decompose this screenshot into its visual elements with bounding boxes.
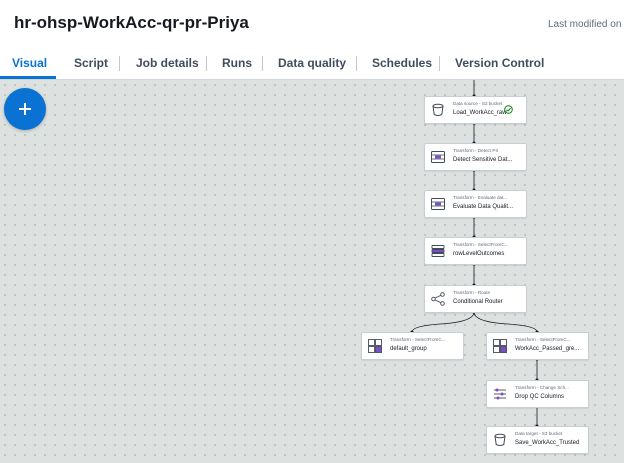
select-from-collection-icon bbox=[493, 339, 507, 353]
tab-separator bbox=[356, 56, 357, 71]
node-type-label: Transform - SelectFromC... bbox=[515, 337, 571, 342]
tab-separator bbox=[206, 56, 207, 71]
node-name-label: rowLevelOutcomes bbox=[453, 251, 505, 257]
route-icon bbox=[431, 292, 445, 306]
node-type-label: Transform - Evaluate dat... bbox=[453, 195, 508, 200]
node-name-label: Drop QC Columns bbox=[515, 394, 565, 400]
node-name-label: Conditional Router bbox=[453, 299, 503, 305]
page-header: hr-ohsp-WorkAcc-qr-pr-Priya Last modifie… bbox=[0, 0, 624, 47]
node-workacc-passed-group[interactable]: Transform - SelectFromC... WorkAcc_Passe… bbox=[486, 332, 589, 360]
tab-visual[interactable]: Visual bbox=[12, 56, 47, 70]
node-type-label: Data target - S3 bucket bbox=[515, 431, 563, 436]
success-check-icon bbox=[504, 105, 513, 114]
tab-data-quality[interactable]: Data quality bbox=[278, 56, 346, 70]
edge-line bbox=[473, 311, 538, 333]
tab-separator bbox=[119, 56, 120, 71]
node-type-label: Transform - Route bbox=[453, 290, 491, 295]
node-conditional-router[interactable]: Transform - Route Conditional Router bbox=[424, 285, 527, 313]
change-schema-icon bbox=[494, 388, 506, 400]
node-type-label: Transform - Detect PII bbox=[453, 148, 499, 153]
node-load-workacc-raw[interactable]: Data source - S3 bucket Load_WorkAcc_raw bbox=[424, 96, 527, 124]
detect-pii-icon bbox=[431, 151, 445, 163]
s3-bucket-icon bbox=[494, 433, 506, 446]
node-name-label: Detect Sensitive Dat... bbox=[453, 157, 513, 163]
active-tab-indicator bbox=[0, 76, 56, 79]
tab-version-control[interactable]: Version Control bbox=[455, 56, 544, 70]
tab-runs[interactable]: Runs bbox=[222, 56, 252, 70]
tab-script[interactable]: Script bbox=[74, 56, 108, 70]
node-type-label: Transform - SelectFromC... bbox=[390, 337, 446, 342]
node-drop-qc-columns[interactable]: Transform - Change Sch... Drop QC Column… bbox=[486, 380, 589, 408]
tab-bar: Visual Script Job details Runs Data qual… bbox=[0, 46, 624, 80]
node-type-label: Transform - SelectFromC... bbox=[453, 242, 509, 247]
node-default-group[interactable]: Transform - SelectFromC... default_group bbox=[361, 332, 464, 360]
tab-separator bbox=[262, 56, 263, 71]
edge-line bbox=[411, 311, 475, 333]
add-node-button[interactable] bbox=[4, 88, 46, 130]
node-row-level-outcomes[interactable]: Transform - SelectFromC... rowLevelOutco… bbox=[424, 237, 527, 265]
node-name-label: Save_WorkAcc_Trusted bbox=[515, 440, 580, 446]
last-modified-text: Last modified on 2 bbox=[548, 19, 624, 30]
evaluate-data-quality-icon bbox=[431, 198, 445, 210]
node-save-workacc-trusted[interactable]: Data target - S3 bucket Save_WorkAcc_Tru… bbox=[486, 426, 589, 454]
node-type-label: Data source - S3 bucket bbox=[453, 101, 503, 106]
visual-editor-canvas[interactable]: Data source - S3 bucket Load_WorkAcc_raw… bbox=[0, 80, 624, 463]
select-from-collection-icon bbox=[431, 245, 445, 257]
node-detect-sensitive-data[interactable]: Transform - Detect PII Detect Sensitive … bbox=[424, 143, 527, 171]
node-evaluate-data-quality[interactable]: Transform - Evaluate dat... Evaluate Dat… bbox=[424, 190, 527, 218]
s3-bucket-icon bbox=[432, 103, 444, 116]
plus-icon bbox=[24, 103, 26, 115]
node-name-label: Load_WorkAcc_raw bbox=[453, 110, 507, 116]
job-title: hr-ohsp-WorkAcc-qr-pr-Priya bbox=[14, 13, 249, 32]
node-name-label: default_group bbox=[390, 346, 427, 352]
tab-schedules[interactable]: Schedules bbox=[372, 56, 432, 70]
node-type-label: Transform - Change Sch... bbox=[515, 385, 569, 390]
tab-job-details[interactable]: Job details bbox=[136, 56, 199, 70]
select-from-collection-icon bbox=[368, 339, 382, 353]
node-name-label: Evaluate Data Qualit... bbox=[453, 204, 514, 210]
node-name-label: WorkAcc_Passed_gre... bbox=[515, 346, 580, 352]
tab-separator bbox=[439, 56, 440, 71]
